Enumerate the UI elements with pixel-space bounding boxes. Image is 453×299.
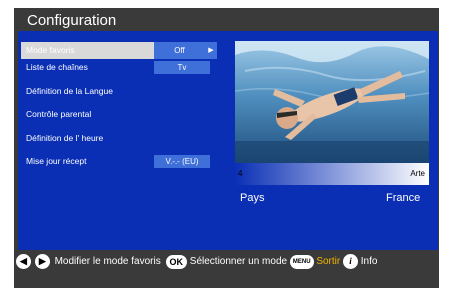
menu-item-label: Mode favoris [26, 45, 75, 55]
help-info-text: Info [360, 256, 378, 267]
help-bar: ◀ ▶ Modifier le mode favoris OK Sélectio… [14, 254, 439, 280]
info-icon: i [343, 254, 358, 269]
menu-item-liste-chaines[interactable]: Liste de chaînes Tv [21, 59, 217, 83]
menu-item-mode-favoris[interactable]: Mode favoris Off ▶ [21, 42, 217, 59]
right-arrow-icon: ▶ [34, 254, 50, 269]
ok-key-icon: OK [165, 254, 187, 269]
chevron-right-icon[interactable]: ▶ [205, 42, 217, 59]
menu-item-label: Liste de chaînes [26, 62, 88, 72]
help-select-text: Sélectionner un mode [189, 256, 288, 267]
menu-item-value[interactable]: V.-.- (EU) [154, 155, 210, 168]
page-title: Configuration [27, 12, 117, 29]
menu-item-controle-parental[interactable]: Contrôle parental [21, 106, 217, 130]
menu-item-value[interactable]: Tv [154, 61, 210, 74]
country-label: Pays [240, 192, 265, 204]
menu-item-langue[interactable]: Définition de la Langue [21, 83, 217, 107]
channel-name: Arte [410, 169, 425, 178]
menu-key-icon: MENU [289, 254, 314, 269]
menu-item-label: Mise jour récept [26, 156, 87, 166]
help-modify-text: Modifier le mode favoris [54, 256, 161, 267]
menu-item-heure[interactable]: Définition de l' heure [21, 130, 217, 154]
menu-item-value[interactable]: Off [154, 42, 205, 59]
channel-info-bar: 4 Arte [235, 163, 429, 185]
left-arrow-icon: ◀ [16, 254, 31, 269]
help-exit-text: Sortir [316, 256, 341, 267]
menu-item-label: Contrôle parental [26, 109, 92, 119]
menu-item-label: Définition de l' heure [26, 132, 104, 143]
osd: Configuration Mode favoris Off ▶ Liste d… [0, 0, 453, 299]
channel-preview [235, 41, 429, 163]
channel-number: 4 [238, 169, 243, 178]
settings-menu: Mode favoris Off ▶ Liste de chaînes Tv D… [21, 42, 217, 177]
menu-item-label: Définition de la Langue [26, 85, 113, 96]
swimmer-preview-image [235, 41, 429, 163]
menu-item-mise-jour[interactable]: Mise jour récept V.-.- (EU) [21, 153, 217, 177]
country-value: France [386, 192, 421, 204]
